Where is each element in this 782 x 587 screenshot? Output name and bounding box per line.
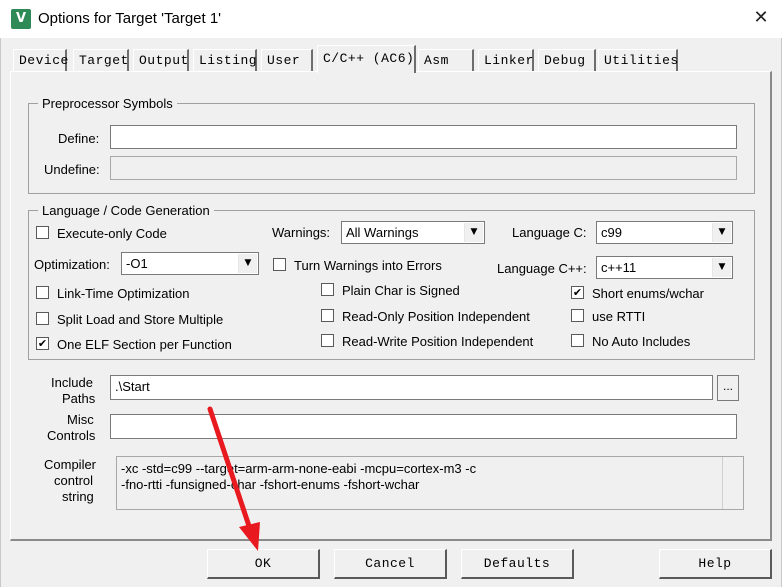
- warnings-dropdown[interactable]: All Warnings ▼: [341, 221, 485, 244]
- no-auto-includes-checkbox[interactable]: [571, 334, 584, 347]
- split-load-checkbox[interactable]: [36, 312, 49, 325]
- preprocessor-group-title: Preprocessor Symbols: [38, 96, 177, 111]
- rwpi-label: Read-Write Position Independent: [342, 334, 534, 349]
- link-time-checkbox[interactable]: [36, 286, 49, 299]
- tab-device[interactable]: Device: [13, 49, 68, 71]
- optimization-label: Optimization:: [34, 257, 110, 272]
- include-paths-label-line1: Include: [51, 375, 93, 390]
- language-cpp-value: c++11: [601, 260, 637, 275]
- compiler-control-string: -xc -std=c99 --target=arm-arm-none-eabi …: [116, 456, 744, 510]
- turn-warnings-errors-checkbox[interactable]: [273, 258, 286, 271]
- plain-char-checkbox[interactable]: [321, 283, 334, 296]
- one-elf-checkbox[interactable]: ✔: [36, 337, 49, 350]
- optimization-value: -O1: [126, 256, 148, 271]
- short-enums-label: Short enums/wchar: [592, 286, 704, 301]
- chevron-down-icon[interactable]: ▼: [464, 223, 483, 242]
- execute-only-label: Execute-only Code: [57, 226, 167, 241]
- window-title: Options for Target 'Target 1': [38, 10, 222, 27]
- compiler-control-label-line3: string: [62, 489, 94, 504]
- split-load-label: Split Load and Store Multiple: [57, 312, 224, 327]
- warnings-value: All Warnings: [346, 225, 419, 240]
- misc-controls-label-line2: Controls: [47, 428, 96, 443]
- title-bar: V Options for Target 'Target 1' ✕: [0, 0, 782, 38]
- keil-app-icon: V: [11, 9, 31, 29]
- undefine-label: Undefine:: [44, 162, 100, 177]
- close-icon[interactable]: ✕: [746, 4, 776, 32]
- rwpi-checkbox[interactable]: [321, 334, 334, 347]
- tab-utilities[interactable]: Utilities: [598, 49, 678, 71]
- rtti-label: use RTTI: [592, 309, 646, 324]
- one-elf-label: One ELF Section per Function: [57, 337, 232, 352]
- include-paths-browse-button[interactable]: ...: [717, 375, 739, 401]
- compiler-control-label-line1: Compiler: [44, 457, 97, 472]
- tab-linker[interactable]: Linker: [478, 49, 534, 71]
- compiler-control-line-1: -xc -std=c99 --target=arm-arm-none-eabi …: [121, 461, 477, 476]
- ropi-label: Read-Only Position Independent: [342, 309, 530, 324]
- tab-listing[interactable]: Listing: [193, 49, 257, 71]
- tab-debug[interactable]: Debug: [538, 49, 596, 71]
- include-paths-input[interactable]: .\Start: [110, 375, 713, 400]
- language-c-dropdown[interactable]: c99 ▼: [596, 221, 733, 244]
- chevron-down-icon[interactable]: ▼: [712, 223, 731, 242]
- language-cpp-dropdown[interactable]: c++11 ▼: [596, 256, 733, 279]
- tab-output[interactable]: Output: [133, 49, 189, 71]
- compiler-control-label-line2: control: [54, 473, 94, 488]
- include-paths-label-line2: Paths: [62, 391, 96, 406]
- language-c-value: c99: [601, 225, 622, 240]
- tab-target[interactable]: Target: [73, 49, 129, 71]
- rtti-checkbox[interactable]: [571, 309, 584, 322]
- cancel-button[interactable]: Cancel: [334, 549, 447, 579]
- language-c-label: Language C:: [512, 225, 587, 240]
- ropi-checkbox[interactable]: [321, 309, 334, 322]
- tab-asm[interactable]: Asm: [418, 49, 474, 71]
- define-label: Define:: [58, 131, 100, 146]
- short-enums-checkbox[interactable]: ✔: [571, 286, 584, 299]
- help-button[interactable]: Help: [659, 549, 772, 579]
- plain-char-label: Plain Char is Signed: [342, 283, 460, 298]
- misc-controls-label-line1: Misc: [67, 412, 94, 427]
- link-time-label: Link-Time Optimization: [57, 286, 190, 301]
- optimization-dropdown[interactable]: -O1 ▼: [121, 252, 259, 275]
- define-input[interactable]: [110, 125, 737, 149]
- compiler-control-line-2: -fno-rtti -funsigned-char -fshort-enums …: [121, 477, 420, 492]
- turn-warnings-errors-label: Turn Warnings into Errors: [294, 258, 442, 273]
- tab-c-cpp-ac6[interactable]: C/C++ (AC6): [317, 45, 416, 73]
- misc-controls-input[interactable]: [110, 414, 737, 439]
- chevron-down-icon[interactable]: ▼: [712, 258, 731, 277]
- compiler-control-scrollbar[interactable]: [722, 457, 743, 509]
- warnings-label: Warnings:: [272, 225, 331, 240]
- ok-button[interactable]: OK: [207, 549, 320, 579]
- language-group-title: Language / Code Generation: [38, 203, 214, 218]
- execute-only-checkbox[interactable]: [36, 226, 49, 239]
- language-cpp-label: Language C++:: [497, 261, 587, 276]
- tab-user[interactable]: User: [261, 49, 313, 71]
- no-auto-includes-label: No Auto Includes: [592, 334, 691, 349]
- chevron-down-icon[interactable]: ▼: [238, 254, 257, 273]
- undefine-input: [110, 156, 737, 180]
- defaults-button[interactable]: Defaults: [461, 549, 574, 579]
